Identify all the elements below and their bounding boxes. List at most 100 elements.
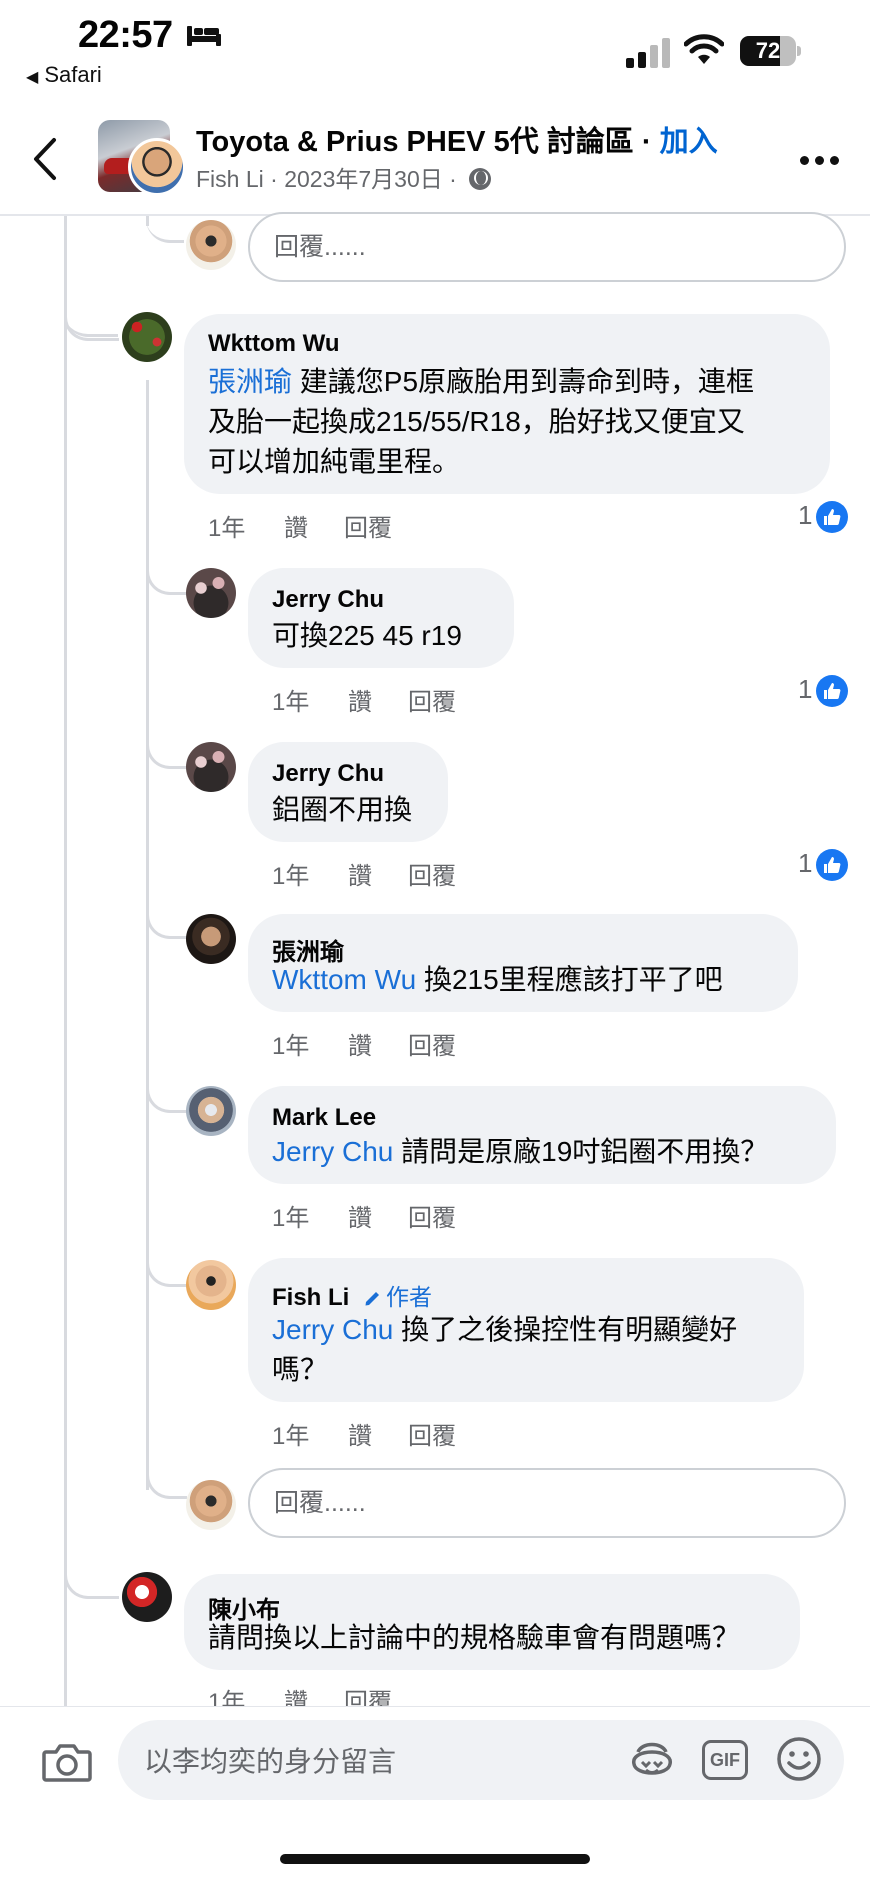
mention-link[interactable]: Jerry Chu [272, 1136, 393, 1167]
thread-line-replies [146, 380, 149, 1490]
like-icon [816, 849, 849, 882]
comment-actions: 1年讚回覆 [272, 1416, 456, 1451]
like-action[interactable]: 讚 [284, 508, 344, 543]
avatar[interactable] [122, 1572, 172, 1622]
commenter-name[interactable]: Jerry Chu [272, 586, 384, 614]
more-icon[interactable] [800, 156, 840, 166]
comment-input-placeholder: 以李均奕的身分留言 [144, 1746, 397, 1777]
signal-icon [626, 38, 670, 68]
thread-curve [64, 1560, 119, 1599]
reply-action[interactable]: 回覆 [408, 1416, 456, 1451]
reply-action[interactable]: 回覆 [408, 682, 456, 717]
reply-action[interactable]: 回覆 [408, 856, 456, 891]
camera-icon[interactable] [42, 1740, 92, 1784]
comment-text: 鋁圈不用換 [272, 794, 413, 825]
comment-time[interactable]: 1年 [208, 508, 284, 543]
post-author-name[interactable]: Fish Li [196, 166, 264, 192]
avatar[interactable] [186, 914, 236, 964]
commenter-name[interactable]: Jerry Chu [272, 760, 384, 788]
thread-curve [146, 734, 187, 769]
comment-text: Jerry Chu 請問是原廠19吋鋁圈不用換？ [272, 1132, 832, 1172]
like-icon [816, 501, 849, 534]
comment-actions: 1年讚回覆 [272, 1026, 456, 1061]
comment-text: Jerry Chu 換了之後操控性有明顯變好 嗎？ [272, 1310, 792, 1390]
commenter-name[interactable]: Fish Li [272, 1284, 349, 1311]
gif-icon[interactable]: GIF [702, 1740, 748, 1780]
back-to-safari[interactable]: ◀ Safari [26, 62, 102, 88]
thread-curve [146, 1078, 187, 1113]
avatar[interactable] [186, 568, 236, 618]
reply-action[interactable]: 回覆 [344, 508, 392, 543]
comment-actions: 1年讚回覆 [272, 682, 456, 717]
battery-level: 72 [755, 38, 781, 63]
comment-line: 及胎一起換成215/55/R18，胎好找又便宜又 [208, 406, 745, 437]
comment-actions: 1年讚回覆 [208, 508, 392, 543]
emoji-icon[interactable] [776, 1736, 822, 1782]
comment-time[interactable]: 1年 [272, 856, 348, 891]
like-icon [816, 675, 849, 708]
comment-actions: 1年讚回覆 [272, 856, 456, 891]
avatar[interactable] [186, 1260, 236, 1310]
commenter-name[interactable]: Wkttom Wu [208, 330, 340, 358]
comment-time[interactable]: 1年 [272, 1198, 348, 1233]
mention-link[interactable]: Wkttom Wu [272, 964, 416, 995]
like-action[interactable]: 讚 [348, 682, 408, 717]
commenter-name-row: Fish Li 作者 [272, 1278, 432, 1312]
join-group-link[interactable]: 加入 [660, 126, 718, 158]
comment-text: 張洲瑜 建議您P5原廠胎用到壽命到時，連框 及胎一起換成215/55/R18，胎… [208, 362, 818, 482]
author-badge: 作者 [364, 1284, 432, 1310]
avatar[interactable] [186, 1086, 236, 1136]
thread-curve [146, 1252, 187, 1287]
battery-icon: 72 [740, 36, 802, 66]
thread-curve [146, 1456, 187, 1499]
comment-line: 可以增加純電里程。 [208, 446, 461, 477]
comment-time[interactable]: 1年 [272, 682, 348, 717]
back-triangle-icon: ◀ [26, 69, 39, 86]
avatar[interactable] [122, 312, 172, 362]
like-action[interactable]: 讚 [348, 1416, 408, 1451]
reply-action[interactable]: 回覆 [408, 1026, 456, 1061]
avatar-sticker-icon[interactable] [628, 1738, 676, 1782]
pencil-icon [365, 1292, 380, 1306]
wifi-icon [684, 34, 724, 64]
comment-actions: 1年讚回覆 [272, 1198, 456, 1233]
comment-text: Wkttom Wu 換215里程應該打平了吧 [272, 960, 792, 1000]
my-avatar [186, 220, 236, 270]
comment-line: 建議您P5原廠胎用到壽命到時，連框 [299, 366, 755, 397]
avatar[interactable] [186, 742, 236, 792]
status-time: 22:57 [78, 14, 173, 56]
bed-icon [187, 26, 221, 46]
group-title[interactable]: Toyota & Prius PHEV 5代 討論區 · 加入 [196, 118, 718, 160]
thread-line-main [64, 216, 67, 1706]
like-count[interactable]: 1 [798, 500, 849, 534]
reply-input[interactable]: 回覆...... [248, 212, 846, 282]
back-chevron-icon[interactable] [30, 136, 60, 182]
post-date[interactable]: 2023年7月30日 [284, 166, 443, 192]
mention-link[interactable]: 張洲瑜 [208, 366, 292, 397]
like-action[interactable]: 讚 [348, 1026, 408, 1061]
mention-link[interactable]: Jerry Chu [272, 1314, 393, 1345]
thread-curve [146, 904, 187, 939]
thread-curve [146, 216, 184, 243]
comment-text: 請問換以上討論中的規格驗車會有問題嗎？ [208, 1622, 741, 1653]
like-action[interactable]: 讚 [348, 856, 408, 891]
commenter-name[interactable]: Mark Lee [272, 1104, 376, 1132]
thread-curve [146, 560, 187, 595]
comment-time[interactable]: 1年 [272, 1026, 348, 1061]
thread-curve [64, 300, 119, 341]
like-action[interactable]: 讚 [348, 1198, 408, 1233]
comment-line: 換215里程應該打平了吧 [423, 964, 723, 995]
comment-line: 請問是原廠19吋鋁圈不用換？ [401, 1136, 769, 1167]
post-author-avatar[interactable] [128, 138, 186, 196]
comment-line: 嗎？ [272, 1354, 329, 1385]
like-count[interactable]: 1 [798, 848, 849, 882]
group-name[interactable]: Toyota & Prius PHEV 5代 討論區 [196, 126, 634, 158]
reply-input[interactable]: 回覆...... [248, 1468, 846, 1538]
post-meta: Fish Li · 2023年7月30日 · [196, 160, 492, 194]
like-count[interactable]: 1 [798, 674, 849, 708]
home-indicator[interactable] [280, 1854, 590, 1864]
comment-time[interactable]: 1年 [272, 1416, 348, 1451]
reply-action[interactable]: 回覆 [408, 1198, 456, 1233]
globe-icon [469, 168, 492, 190]
comment-text: 可換225 45 r19 [272, 620, 462, 651]
